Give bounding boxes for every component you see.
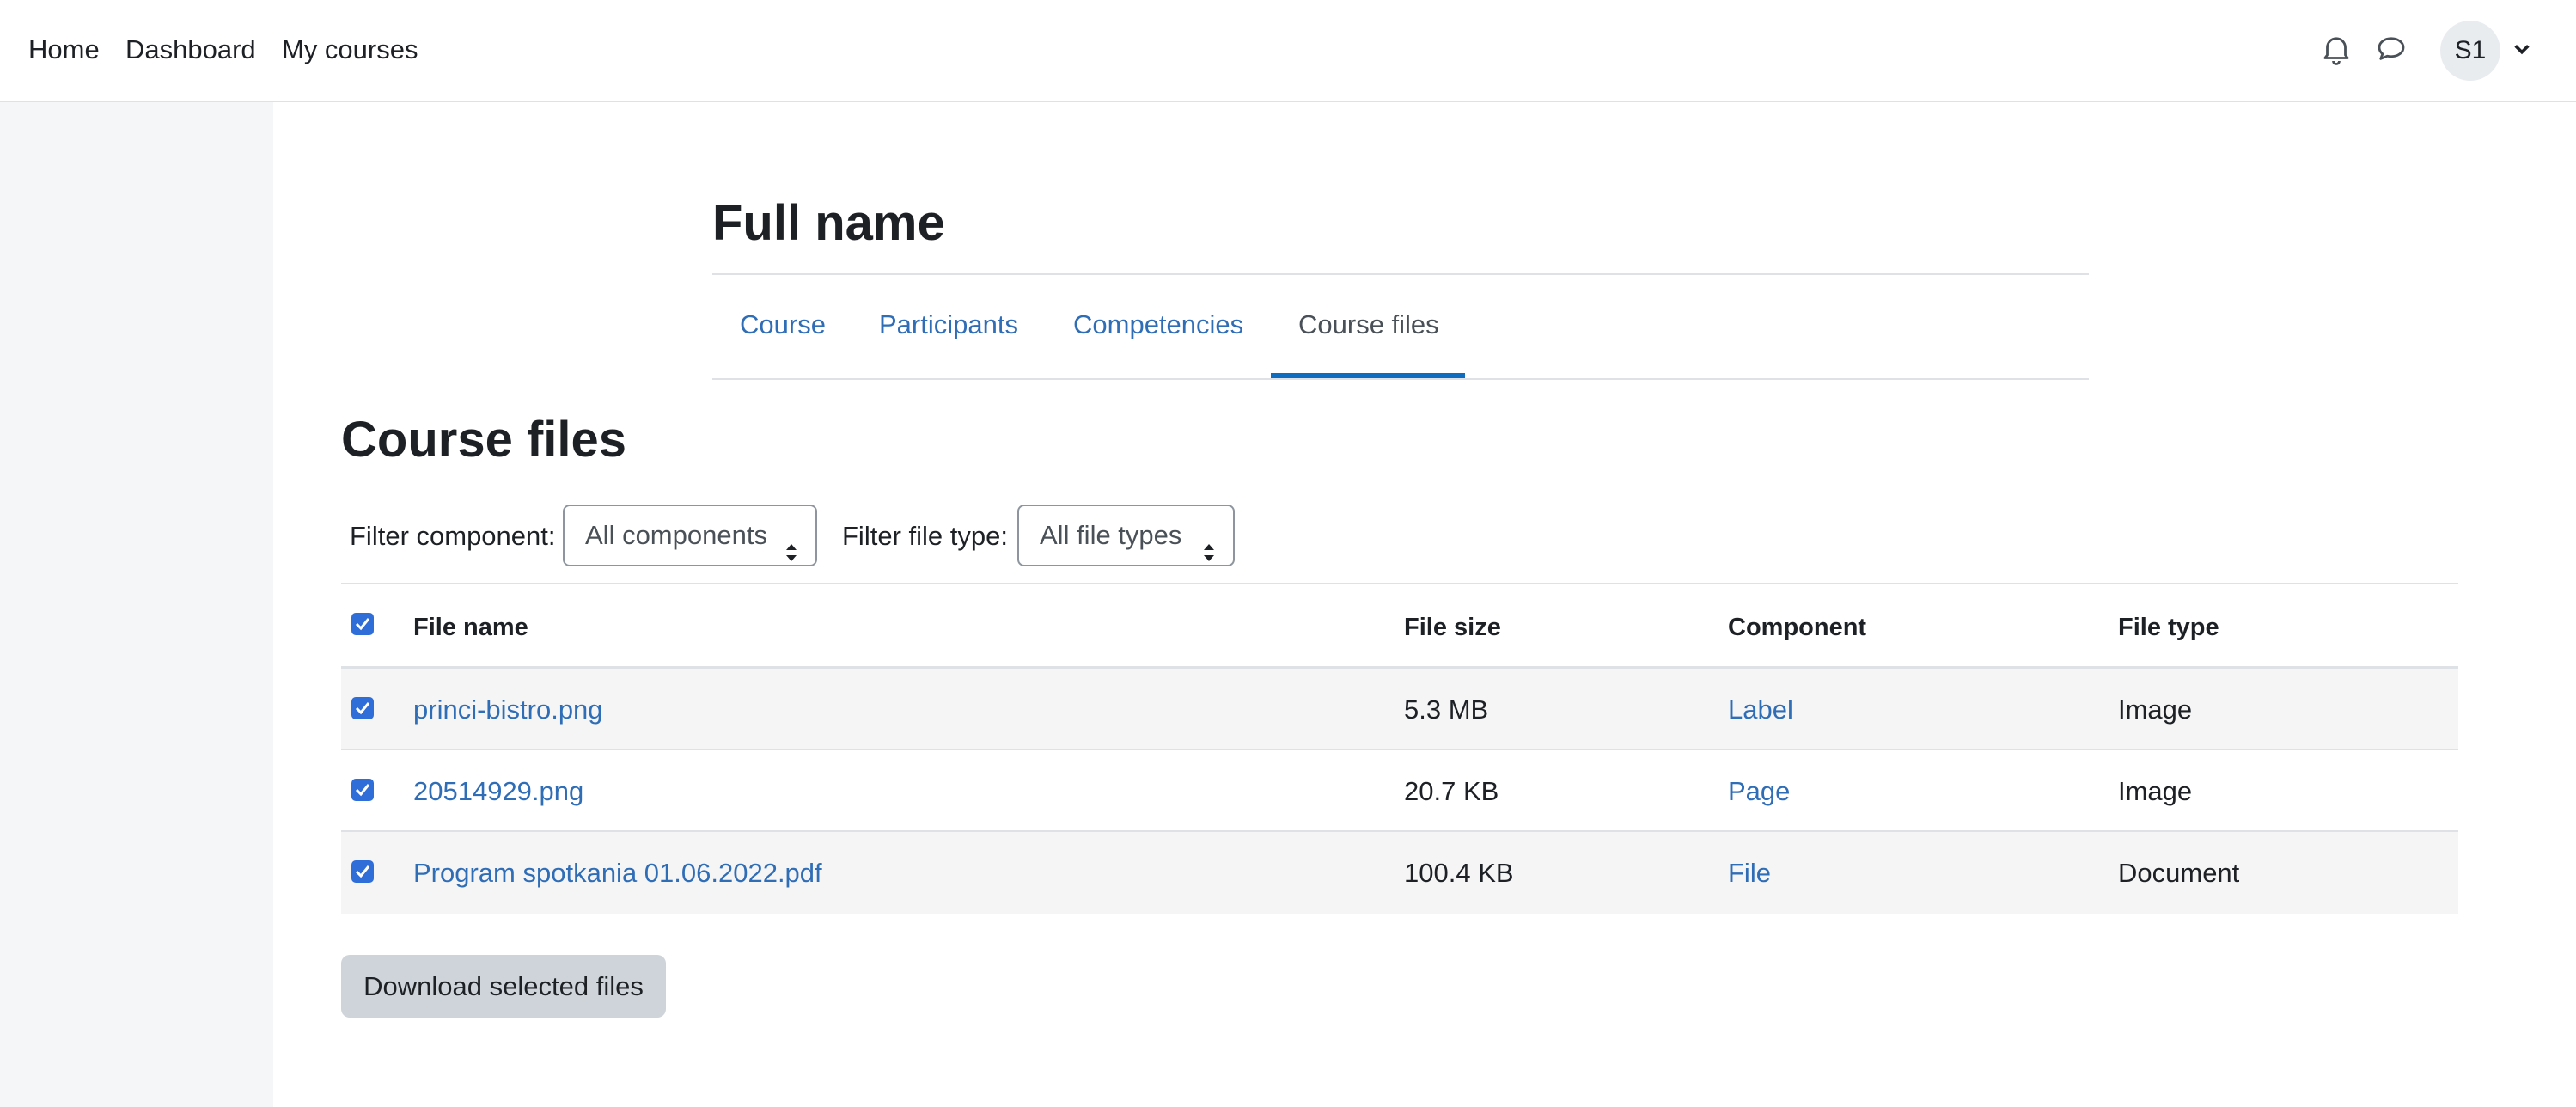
- nav-my-courses-link[interactable]: My courses: [282, 33, 418, 67]
- row-checkbox[interactable]: [351, 779, 374, 801]
- chat-bubble-icon[interactable]: [2373, 31, 2409, 67]
- header-divider: [712, 273, 2089, 275]
- select-all-checkbox[interactable]: [351, 613, 374, 635]
- filter-filetype-value: All file types: [1040, 520, 1182, 550]
- sort-arrows-icon: [1202, 525, 1216, 561]
- header-file-type[interactable]: File type: [2118, 610, 2219, 645]
- file-type: Image: [2118, 776, 2193, 806]
- row-checkbox[interactable]: [351, 697, 374, 719]
- header-file-name[interactable]: File name: [413, 610, 528, 645]
- tabs-divider: [712, 378, 2089, 380]
- table-row: 20514929.png 20.7 KB Page Image: [341, 750, 2458, 832]
- component-link[interactable]: Page: [1728, 774, 1790, 809]
- filter-filetype-label: Filter file type:: [842, 521, 1008, 551]
- header-file-size[interactable]: File size: [1404, 610, 1501, 645]
- file-size: 5.3 MB: [1404, 694, 1489, 725]
- bell-icon[interactable]: [2318, 31, 2354, 67]
- file-name-link[interactable]: Program spotkania 01.06.2022.pdf: [413, 856, 822, 890]
- page-title: Full name: [712, 195, 945, 251]
- tab-course-files[interactable]: Course files: [1298, 304, 1439, 346]
- filter-filetype-select[interactable]: All file types: [1017, 505, 1235, 566]
- file-type: Document: [2118, 858, 2240, 888]
- chevron-down-icon[interactable]: [2512, 40, 2531, 58]
- file-name-link[interactable]: princi-bistro.png: [413, 693, 603, 727]
- table-top-border: [341, 583, 2458, 584]
- component-link[interactable]: Label: [1728, 693, 1793, 727]
- download-selected-files-button[interactable]: Download selected files: [341, 955, 666, 1018]
- tab-participants[interactable]: Participants: [879, 304, 1018, 346]
- filter-component-label: Filter component:: [350, 521, 556, 551]
- filter-component-value: All components: [585, 520, 767, 550]
- table-row: Program spotkania 01.06.2022.pdf 100.4 K…: [341, 832, 2458, 914]
- table-row: princi-bistro.png 5.3 MB Label Image: [341, 669, 2458, 750]
- user-avatar[interactable]: S1: [2440, 21, 2500, 81]
- sort-arrows-icon: [784, 525, 798, 561]
- file-name-link[interactable]: 20514929.png: [413, 774, 583, 809]
- component-link[interactable]: File: [1728, 856, 1771, 890]
- left-drawer-area: [0, 102, 273, 1107]
- row-checkbox[interactable]: [351, 860, 374, 883]
- file-type: Image: [2118, 694, 2193, 725]
- filter-component-select[interactable]: All components: [563, 505, 817, 566]
- tab-competencies[interactable]: Competencies: [1073, 304, 1243, 346]
- page-heading: Course files: [341, 412, 626, 468]
- nav-dashboard-link[interactable]: Dashboard: [125, 33, 256, 67]
- file-size: 100.4 KB: [1404, 858, 1514, 888]
- tab-course[interactable]: Course: [740, 304, 826, 346]
- file-size: 20.7 KB: [1404, 776, 1499, 806]
- nav-home-link[interactable]: Home: [28, 33, 100, 67]
- header-component[interactable]: Component: [1728, 610, 1866, 645]
- top-navbar: Home Dashboard My courses S1: [0, 0, 2576, 102]
